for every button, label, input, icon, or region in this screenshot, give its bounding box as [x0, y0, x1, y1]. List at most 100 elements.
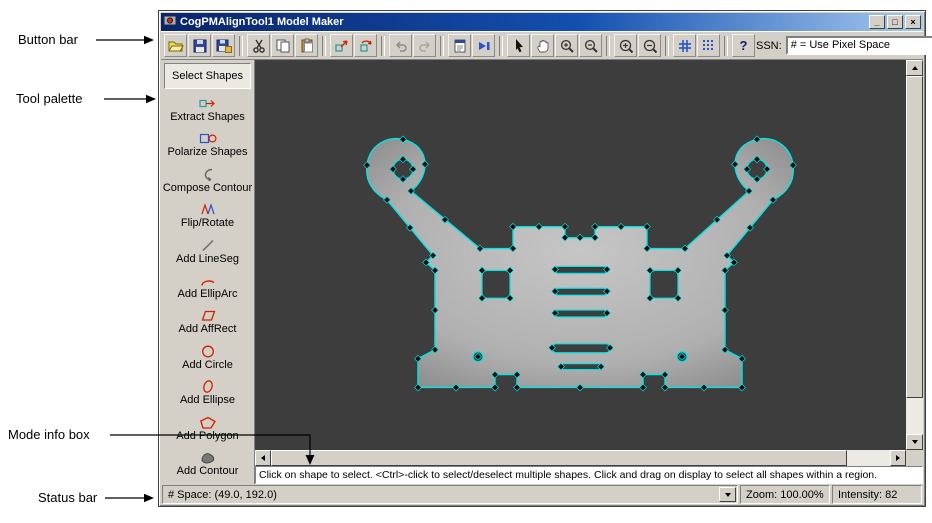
pan-button[interactable]: [531, 34, 554, 57]
run-button[interactable]: [472, 34, 495, 57]
ssn-combobox[interactable]: # = Use Pixel Space: [785, 36, 932, 55]
move-shape-button[interactable]: [330, 34, 353, 57]
palette-item-add-circle[interactable]: Add Circle: [162, 340, 253, 375]
horizontal-scroll-track[interactable]: [271, 450, 890, 466]
palette-item-flip-rotate[interactable]: Flip/Rotate: [162, 198, 253, 233]
palette-item-label: Compose Contour: [162, 181, 253, 194]
floppy-icon: [193, 39, 206, 52]
add-affrect-icon: [199, 309, 217, 322]
zoom-out-icon: [584, 39, 598, 53]
zoom-shrink-button[interactable]: [638, 34, 661, 57]
image-display[interactable]: [255, 60, 906, 450]
annotation-tool-palette: Tool palette: [16, 91, 83, 106]
add-circle-icon: [199, 345, 217, 358]
add-ellipse-icon: [199, 380, 217, 394]
button-bar: ? SSN: # = Use Pixel Space: [161, 31, 932, 60]
vertical-scroll-thumb[interactable]: [906, 76, 923, 399]
add-lineseg-icon: [199, 239, 217, 252]
horizontal-scrollbar[interactable]: [255, 450, 906, 466]
add-elliparc-icon: [199, 274, 217, 287]
palette-item-label: Extract Shapes: [170, 110, 245, 123]
scrollbar-corner: [906, 450, 923, 466]
status-intensity: Intensity: 82: [832, 485, 922, 504]
ssn-label: SSN:: [756, 39, 782, 52]
toolbar-separator: [239, 35, 243, 56]
polarize-shapes-icon: [199, 132, 217, 145]
toolbar-separator: [606, 35, 610, 56]
toolbar-separator: [440, 35, 444, 56]
hand-icon: [536, 39, 548, 52]
vertical-scroll-track[interactable]: [906, 76, 923, 434]
run-icon: [478, 41, 489, 50]
zoom-expand-button[interactable]: [614, 34, 637, 57]
mode-info-box: Click on shape to select. <Ctrl>-click t…: [255, 466, 923, 484]
toolbar-separator: [724, 35, 728, 56]
palette-item-label: Add LineSeg: [176, 252, 239, 265]
save-as-button[interactable]: [212, 34, 235, 57]
vertical-scrollbar[interactable]: [906, 60, 923, 450]
palette-item-label: Polarize Shapes: [167, 146, 248, 159]
copy-button[interactable]: [271, 34, 294, 57]
triangle-down-icon: [911, 440, 918, 444]
open-button[interactable]: [164, 34, 187, 57]
scissors-icon: [252, 39, 265, 53]
palette-item-add-contour[interactable]: Add Contour: [162, 447, 253, 482]
scroll-right-button[interactable]: [890, 450, 906, 466]
properties-button[interactable]: [448, 34, 471, 57]
horizontal-scroll-thumb[interactable]: [271, 450, 847, 466]
chevron-down-icon: [724, 492, 731, 497]
palette-item-polarize-shapes[interactable]: Polarize Shapes: [162, 127, 253, 162]
properties-icon: [454, 39, 465, 52]
undo-icon: [395, 40, 407, 52]
palette-item-label: Flip/Rotate: [180, 217, 235, 230]
part-image: [255, 60, 906, 450]
help-icon: ?: [739, 38, 748, 53]
undo-button[interactable]: [389, 34, 412, 57]
palette-item-extract-shapes[interactable]: Extract Shapes: [162, 92, 253, 127]
scroll-up-button[interactable]: [906, 60, 923, 76]
toolbar-separator: [499, 35, 503, 56]
minimize-button[interactable]: _: [869, 15, 885, 29]
zoom-shrink-icon: [643, 39, 657, 53]
palette-item-add-elliparc[interactable]: Add EllipArc: [162, 269, 253, 304]
palette-item-select-shapes[interactable]: Select Shapes: [164, 63, 251, 89]
rotate-shape-button[interactable]: [354, 34, 377, 57]
status-space-combobox[interactable]: # Space: (49.0, 192.0): [162, 485, 738, 504]
grid-button[interactable]: [673, 34, 696, 57]
palette-item-label: Add AffRect: [178, 323, 237, 336]
palette-item-label: Add Circle: [182, 358, 233, 371]
help-button[interactable]: ?: [732, 34, 755, 57]
scroll-down-button[interactable]: [906, 434, 923, 450]
palette-item-label: Select Shapes: [172, 70, 243, 82]
zoom-out-button[interactable]: [579, 34, 602, 57]
zoom-in-icon: [560, 39, 574, 53]
redo-button[interactable]: [413, 34, 436, 57]
add-polygon-icon: [199, 416, 217, 429]
close-button[interactable]: ×: [905, 15, 921, 29]
grid-crosshair-icon: [678, 39, 691, 52]
toolbar-separator: [665, 35, 669, 56]
scroll-left-button[interactable]: [255, 450, 271, 466]
move-shape-icon: [334, 39, 348, 52]
palette-item-add-polygon[interactable]: Add Polygon: [162, 411, 253, 446]
paste-button[interactable]: [295, 34, 318, 57]
palette-item-add-ellipse[interactable]: Add Ellipse: [162, 376, 253, 411]
select-pointer-button[interactable]: [507, 34, 530, 57]
zoom-expand-icon: [619, 39, 633, 53]
palette-item-compose-contour[interactable]: Compose Contour: [162, 163, 253, 198]
ssn-value: # = Use Pixel Space: [790, 39, 891, 51]
app-window: CogPMAlignTool1 Model Maker _ □ × ? SSN:…: [158, 10, 932, 507]
pointer-icon: [515, 38, 523, 52]
app-icon: [163, 13, 177, 32]
maximize-button[interactable]: □: [887, 15, 903, 29]
palette-item-add-lineseg[interactable]: Add LineSeg: [162, 234, 253, 269]
triangle-right-icon: [896, 455, 900, 461]
annotation-button-bar: Button bar: [18, 32, 78, 47]
snap-grid-button[interactable]: [697, 34, 720, 57]
zoom-in-button[interactable]: [555, 34, 578, 57]
palette-item-add-affrect[interactable]: Add AffRect: [162, 305, 253, 340]
save-button[interactable]: [188, 34, 211, 57]
cut-button[interactable]: [247, 34, 270, 57]
title-bar[interactable]: CogPMAlignTool1 Model Maker _ □ ×: [161, 13, 923, 31]
status-space-dropdown-button[interactable]: [719, 487, 736, 502]
